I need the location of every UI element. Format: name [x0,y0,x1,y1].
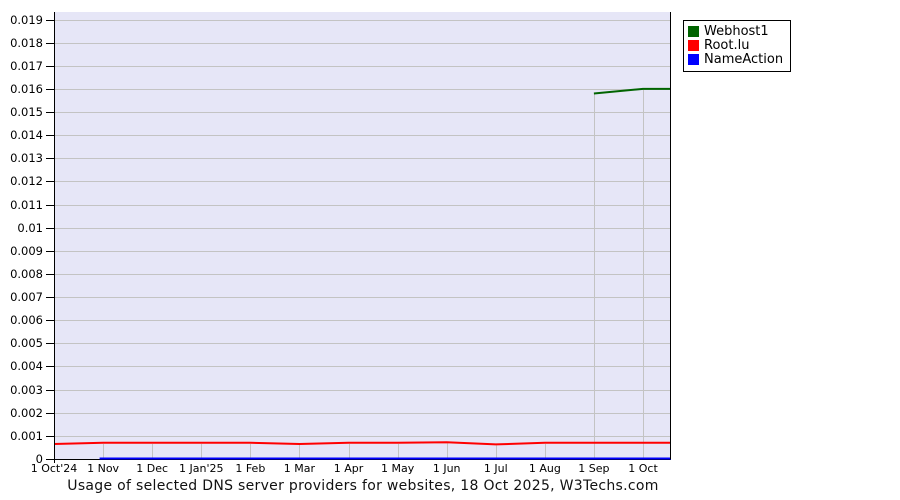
y-axis-tick-label: 0.005 [10,336,43,351]
y-axis-tick-label: 0.019 [10,12,43,27]
y-axis-tick-label: 0.011 [10,197,43,212]
y-axis-tick-label: 0.014 [10,128,43,143]
y-axis-tick-label: 0.01 [17,220,43,235]
y-axis-tick-label: 0.018 [10,35,43,50]
y-axis-tick-label: 0.008 [10,266,43,281]
legend-label: Root.lu [704,38,750,53]
legend-swatch-icon [688,26,699,37]
y-axis-tick-label: 0.015 [10,105,43,120]
legend-label: Webhost1 [704,24,769,39]
chart-title: Usage of selected DNS server providers f… [67,478,659,494]
y-axis-tick-label: 0.002 [10,405,43,420]
legend-swatch-icon [688,40,699,51]
x-axis-tick-label: 1 Oct [628,462,658,475]
y-axis-tick-label: 0.004 [10,359,43,374]
legend-label: NameAction [704,52,784,67]
y-axis-tick-label: 0.017 [10,58,43,73]
chart-canvas: 0 0.001 0.002 0.003 0.004 0.005 0.006 0.007 0.00… [0,0,900,500]
y-axis-tick-label: 0.001 [10,428,43,443]
y-axis-tick-label: 0.003 [10,382,43,397]
legend-item: NameAction [688,53,783,66]
plot-area [54,12,671,459]
y-axis-tick-label: 0.013 [10,151,43,166]
legend-item: Root.lu [688,39,783,52]
chart-plot [46,12,671,463]
y-axis-tick-label: 0.016 [10,81,43,96]
legend-item: Webhost1 [688,25,783,38]
y-axis-tick-label: 0.012 [10,174,43,189]
y-axis-tick-label: 0.006 [10,313,43,328]
legend-swatch-icon [688,54,699,65]
legend: Webhost1 Root.lu NameAction [683,20,792,72]
y-axis-tick-label: 0.009 [10,243,43,258]
y-axis-tick-label: 0.007 [10,290,43,305]
